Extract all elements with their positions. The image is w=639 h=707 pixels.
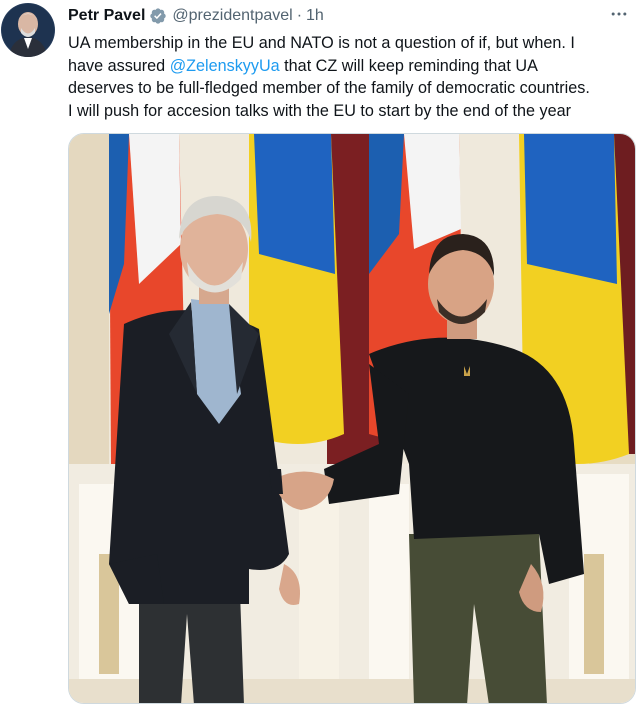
tweet-timestamp[interactable]: 1h xyxy=(306,7,324,25)
author-avatar[interactable] xyxy=(1,3,55,57)
author-display-name[interactable]: Petr Pavel xyxy=(68,7,145,25)
separator-dot: · xyxy=(296,7,303,24)
tweet-photo[interactable] xyxy=(68,133,636,704)
more-horizontal-icon[interactable] xyxy=(607,4,631,24)
tweet-text-line4: I will push for accesion talks with the … xyxy=(68,101,571,120)
tweet-text-line1: UA membership in the EU and NATO is not … xyxy=(68,34,575,52)
tweet-text-line3: deserves to be full-fledged member of th… xyxy=(68,79,590,97)
avatar-image xyxy=(1,3,55,57)
tweet-card[interactable]: Petr Pavel @prezidentpavel · 1h UA membe… xyxy=(0,0,639,707)
author-handle[interactable]: @prezidentpavel xyxy=(172,7,292,25)
tweet-text-line2-post: that CZ will keep reminding that UA xyxy=(279,56,538,75)
tweet-header: Petr Pavel @prezidentpavel · 1h xyxy=(68,5,324,27)
tweet-text-line2-pre: have assured xyxy=(68,56,170,75)
mention-link[interactable]: @ZelenskyyUa xyxy=(170,57,280,75)
tweet-text: UA membership in the EU and NATO is not … xyxy=(68,32,636,122)
verified-badge-icon xyxy=(149,7,167,25)
photo-handshake-flags xyxy=(69,134,635,703)
